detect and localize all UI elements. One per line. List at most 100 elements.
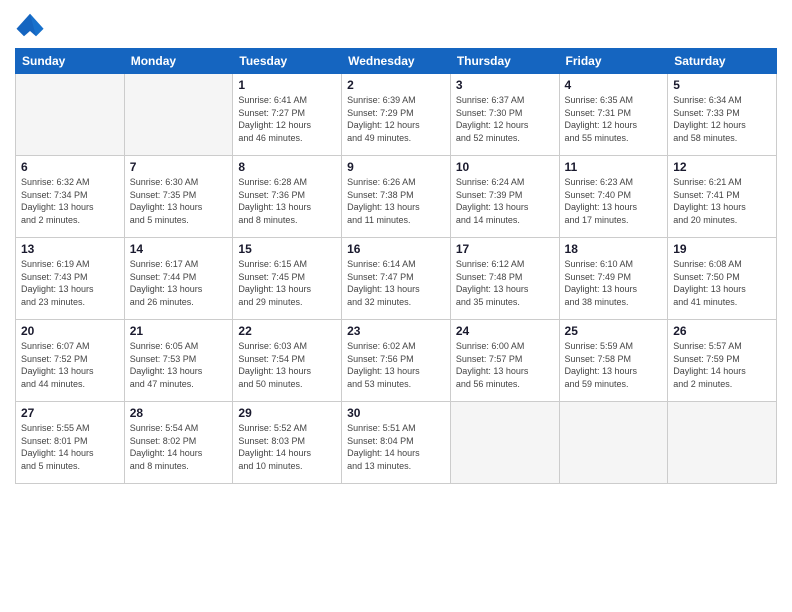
day-number: 25 <box>565 324 663 338</box>
day-number: 10 <box>456 160 554 174</box>
calendar-week-4: 27 Sunrise: 5:55 AM Sunset: 8:01 PM Dayli… <box>16 402 777 484</box>
day-header-saturday: Saturday <box>668 49 777 74</box>
calendar-header: SundayMondayTuesdayWednesdayThursdayFrid… <box>16 49 777 74</box>
day-number: 26 <box>673 324 771 338</box>
day-number: 15 <box>238 242 336 256</box>
day-number: 1 <box>238 78 336 92</box>
calendar-cell: 24 Sunrise: 6:00 AM Sunset: 7:57 PM Dayli… <box>450 320 559 402</box>
calendar-cell: 29 Sunrise: 5:52 AM Sunset: 8:03 PM Dayli… <box>233 402 342 484</box>
day-number: 27 <box>21 406 119 420</box>
day-info: Sunrise: 6:41 AM Sunset: 7:27 PM Dayligh… <box>238 94 336 144</box>
day-info: Sunrise: 6:07 AM Sunset: 7:52 PM Dayligh… <box>21 340 119 390</box>
day-header-monday: Monday <box>124 49 233 74</box>
day-info: Sunrise: 6:34 AM Sunset: 7:33 PM Dayligh… <box>673 94 771 144</box>
calendar-cell: 26 Sunrise: 5:57 AM Sunset: 7:59 PM Dayli… <box>668 320 777 402</box>
calendar-cell: 30 Sunrise: 5:51 AM Sunset: 8:04 PM Dayli… <box>342 402 451 484</box>
calendar-cell: 13Sunrise: 6:19 AM Sunset: 7:43 PM Dayli… <box>16 238 125 320</box>
calendar-body: 1 Sunrise: 6:41 AM Sunset: 7:27 PM Daylig… <box>16 74 777 484</box>
day-info: Sunrise: 6:17 AM Sunset: 7:44 PM Dayligh… <box>130 258 228 308</box>
calendar-cell: 22Sunrise: 6:03 AM Sunset: 7:54 PM Dayli… <box>233 320 342 402</box>
calendar-cell: 18 Sunrise: 6:10 AM Sunset: 7:49 PM Dayli… <box>559 238 668 320</box>
day-info: Sunrise: 6:08 AM Sunset: 7:50 PM Dayligh… <box>673 258 771 308</box>
calendar-cell: 4Sunrise: 6:35 AM Sunset: 7:31 PM Daylig… <box>559 74 668 156</box>
day-number: 12 <box>673 160 771 174</box>
day-number: 16 <box>347 242 445 256</box>
day-info: Sunrise: 6:28 AM Sunset: 7:36 PM Dayligh… <box>238 176 336 226</box>
calendar-cell: 5 Sunrise: 6:34 AM Sunset: 7:33 PM Daylig… <box>668 74 777 156</box>
day-number: 30 <box>347 406 445 420</box>
calendar-table: SundayMondayTuesdayWednesdayThursdayFrid… <box>15 48 777 484</box>
day-number: 19 <box>673 242 771 256</box>
day-info: Sunrise: 6:15 AM Sunset: 7:45 PM Dayligh… <box>238 258 336 308</box>
day-info: Sunrise: 6:03 AM Sunset: 7:54 PM Dayligh… <box>238 340 336 390</box>
day-info: Sunrise: 6:35 AM Sunset: 7:31 PM Dayligh… <box>565 94 663 144</box>
day-number: 2 <box>347 78 445 92</box>
day-info: Sunrise: 5:57 AM Sunset: 7:59 PM Dayligh… <box>673 340 771 390</box>
day-header-thursday: Thursday <box>450 49 559 74</box>
calendar-cell: 16 Sunrise: 6:14 AM Sunset: 7:47 PM Dayli… <box>342 238 451 320</box>
calendar-cell: 21Sunrise: 6:05 AM Sunset: 7:53 PM Dayli… <box>124 320 233 402</box>
calendar-cell: 10 Sunrise: 6:24 AM Sunset: 7:39 PM Dayli… <box>450 156 559 238</box>
day-number: 3 <box>456 78 554 92</box>
day-info: Sunrise: 6:02 AM Sunset: 7:56 PM Dayligh… <box>347 340 445 390</box>
page: SundayMondayTuesdayWednesdayThursdayFrid… <box>0 0 792 612</box>
day-info: Sunrise: 6:32 AM Sunset: 7:34 PM Dayligh… <box>21 176 119 226</box>
day-info: Sunrise: 5:59 AM Sunset: 7:58 PM Dayligh… <box>565 340 663 390</box>
day-number: 7 <box>130 160 228 174</box>
day-header-sunday: Sunday <box>16 49 125 74</box>
calendar-cell: 14 Sunrise: 6:17 AM Sunset: 7:44 PM Dayli… <box>124 238 233 320</box>
calendar-cell: 9Sunrise: 6:26 AM Sunset: 7:38 PM Daylig… <box>342 156 451 238</box>
calendar-cell: 20 Sunrise: 6:07 AM Sunset: 7:52 PM Dayli… <box>16 320 125 402</box>
calendar-cell: 11Sunrise: 6:23 AM Sunset: 7:40 PM Dayli… <box>559 156 668 238</box>
day-info: Sunrise: 6:21 AM Sunset: 7:41 PM Dayligh… <box>673 176 771 226</box>
day-info: Sunrise: 5:51 AM Sunset: 8:04 PM Dayligh… <box>347 422 445 472</box>
calendar-cell: 6 Sunrise: 6:32 AM Sunset: 7:34 PM Daylig… <box>16 156 125 238</box>
day-number: 13 <box>21 242 119 256</box>
day-info: Sunrise: 6:30 AM Sunset: 7:35 PM Dayligh… <box>130 176 228 226</box>
day-number: 5 <box>673 78 771 92</box>
day-header-wednesday: Wednesday <box>342 49 451 74</box>
day-info: Sunrise: 6:14 AM Sunset: 7:47 PM Dayligh… <box>347 258 445 308</box>
calendar-cell: 25 Sunrise: 5:59 AM Sunset: 7:58 PM Dayli… <box>559 320 668 402</box>
calendar-cell <box>16 74 125 156</box>
day-info: Sunrise: 6:12 AM Sunset: 7:48 PM Dayligh… <box>456 258 554 308</box>
day-info: Sunrise: 5:52 AM Sunset: 8:03 PM Dayligh… <box>238 422 336 472</box>
calendar-cell <box>450 402 559 484</box>
day-info: Sunrise: 5:54 AM Sunset: 8:02 PM Dayligh… <box>130 422 228 472</box>
day-number: 14 <box>130 242 228 256</box>
day-info: Sunrise: 6:10 AM Sunset: 7:49 PM Dayligh… <box>565 258 663 308</box>
calendar-cell <box>124 74 233 156</box>
calendar-week-2: 13Sunrise: 6:19 AM Sunset: 7:43 PM Dayli… <box>16 238 777 320</box>
day-number: 28 <box>130 406 228 420</box>
calendar-cell: 12 Sunrise: 6:21 AM Sunset: 7:41 PM Dayli… <box>668 156 777 238</box>
day-info: Sunrise: 6:39 AM Sunset: 7:29 PM Dayligh… <box>347 94 445 144</box>
logo <box>15 10 49 40</box>
calendar-cell <box>559 402 668 484</box>
calendar-cell: 28 Sunrise: 5:54 AM Sunset: 8:02 PM Dayli… <box>124 402 233 484</box>
calendar-cell: 17 Sunrise: 6:12 AM Sunset: 7:48 PM Dayli… <box>450 238 559 320</box>
day-number: 6 <box>21 160 119 174</box>
calendar-week-0: 1 Sunrise: 6:41 AM Sunset: 7:27 PM Daylig… <box>16 74 777 156</box>
calendar-cell <box>668 402 777 484</box>
calendar-cell: 3 Sunrise: 6:37 AM Sunset: 7:30 PM Daylig… <box>450 74 559 156</box>
day-info: Sunrise: 6:00 AM Sunset: 7:57 PM Dayligh… <box>456 340 554 390</box>
day-number: 18 <box>565 242 663 256</box>
calendar-cell: 27 Sunrise: 5:55 AM Sunset: 8:01 PM Dayli… <box>16 402 125 484</box>
day-info: Sunrise: 6:23 AM Sunset: 7:40 PM Dayligh… <box>565 176 663 226</box>
day-header-friday: Friday <box>559 49 668 74</box>
day-info: Sunrise: 5:55 AM Sunset: 8:01 PM Dayligh… <box>21 422 119 472</box>
day-number: 17 <box>456 242 554 256</box>
calendar-cell: 2 Sunrise: 6:39 AM Sunset: 7:29 PM Daylig… <box>342 74 451 156</box>
day-number: 20 <box>21 324 119 338</box>
day-number: 24 <box>456 324 554 338</box>
calendar-cell: 1 Sunrise: 6:41 AM Sunset: 7:27 PM Daylig… <box>233 74 342 156</box>
logo-icon <box>15 10 45 40</box>
day-number: 23 <box>347 324 445 338</box>
calendar-week-3: 20 Sunrise: 6:07 AM Sunset: 7:52 PM Dayli… <box>16 320 777 402</box>
calendar-cell: 23 Sunrise: 6:02 AM Sunset: 7:56 PM Dayli… <box>342 320 451 402</box>
day-info: Sunrise: 6:24 AM Sunset: 7:39 PM Dayligh… <box>456 176 554 226</box>
day-number: 29 <box>238 406 336 420</box>
day-info: Sunrise: 6:37 AM Sunset: 7:30 PM Dayligh… <box>456 94 554 144</box>
calendar-cell: 8Sunrise: 6:28 AM Sunset: 7:36 PM Daylig… <box>233 156 342 238</box>
day-number: 21 <box>130 324 228 338</box>
